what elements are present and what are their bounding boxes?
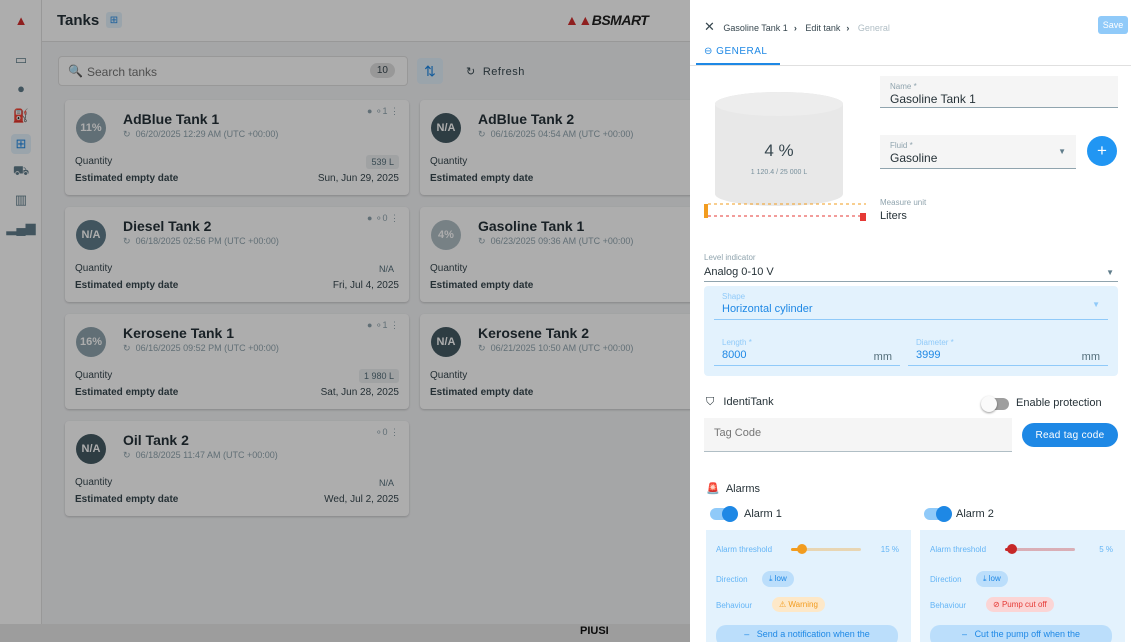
siren-icon: 🚨	[706, 483, 720, 495]
level-indicator-select[interactable]: Analog 0-10 V ▼	[704, 266, 1118, 282]
measure-unit-value: Liters	[880, 210, 907, 222]
alarm-level-lines	[704, 203, 866, 221]
alarm-threshold-label: Alarm threshold	[930, 545, 987, 554]
alarms-header: 🚨 Alarms	[706, 483, 761, 495]
length-input[interactable]: Length * 8000 mm	[714, 336, 900, 366]
save-button[interactable]: Save	[1098, 16, 1128, 34]
fluid-select[interactable]: Fluid * Gasoline ▼	[880, 135, 1076, 169]
alarm-1-config: Alarm threshold 15 % Direction ⤓ low Behavio…	[706, 530, 911, 642]
close-icon[interactable]: ✕	[704, 19, 715, 34]
tag-code-input[interactable]	[714, 427, 994, 439]
divider	[690, 65, 1131, 66]
dropdown-arrow-icon: ▼	[1058, 147, 1066, 156]
alarm-threshold-value: 5 %	[1099, 545, 1113, 554]
direction-chip[interactable]: ⤓ low	[976, 571, 1008, 587]
dash-icon: –	[962, 629, 968, 639]
modal-overlay[interactable]	[0, 0, 690, 642]
alarm-note: – Send a notification when the	[716, 625, 898, 642]
alarm-threshold-value: 15 %	[880, 545, 899, 554]
shield-icon: ⛉	[706, 396, 715, 408]
measure-unit-label: Measure unit	[880, 198, 927, 207]
arrow-down-icon: ⤓	[983, 574, 987, 583]
dropdown-arrow-icon: ▼	[1092, 300, 1100, 309]
diameter-input[interactable]: Diameter * 3999 mm	[908, 336, 1108, 366]
tab-general[interactable]: ⊖ GENERAL	[704, 46, 767, 57]
alarm-threshold-label: Alarm threshold	[716, 545, 773, 554]
tank-percent: 4 %	[764, 141, 793, 160]
direction-label: Direction	[930, 575, 962, 584]
shape-select[interactable]: Shape Horizontal cylinder ▼	[714, 290, 1108, 320]
direction-chip[interactable]: ⤓ low	[762, 571, 794, 587]
alarm-1-toggle[interactable]	[710, 506, 738, 522]
alarm-2-label: Alarm 2	[956, 508, 994, 520]
level-indicator-label: Level indicator	[704, 253, 756, 262]
alarm-2-config: Alarm threshold 5 % Direction ⤓ low Behaviou…	[920, 530, 1125, 642]
enable-protection-toggle[interactable]	[981, 396, 1009, 412]
breadcrumb-item[interactable]: Edit tank	[805, 23, 840, 33]
arrow-down-icon: ⤓	[769, 574, 773, 583]
dropdown-arrow-icon: ▼	[1106, 268, 1114, 277]
read-tag-code-button[interactable]: Read tag code	[1022, 423, 1118, 447]
dash-icon: –	[744, 629, 750, 639]
behaviour-label: Behaviour	[716, 601, 753, 610]
alarm-2-toggle[interactable]	[924, 506, 952, 522]
enable-protection-label: Enable protection	[1016, 397, 1102, 409]
alarm-1-label: Alarm 1	[744, 508, 782, 520]
edit-tank-panel: ✕ Gasoline Tank 1 › Edit tank › General Sa…	[690, 0, 1131, 642]
behaviour-chip[interactable]: ⚠ Warning	[772, 597, 825, 612]
behaviour-label: Behaviour	[930, 601, 967, 610]
slider-thumb[interactable]	[1007, 544, 1018, 554]
breadcrumb-item[interactable]: Gasoline Tank 1	[723, 23, 787, 33]
add-fluid-button[interactable]: +	[1087, 136, 1117, 166]
breadcrumb: ✕ Gasoline Tank 1 › Edit tank › General	[704, 19, 890, 34]
behaviour-chip[interactable]: ⊘ Pump cut off	[986, 597, 1054, 612]
tag-code-field[interactable]	[704, 418, 1012, 452]
direction-label: Direction	[716, 575, 748, 584]
tank-level-visual: 4 % 1 120.4 / 25 000 L	[715, 92, 843, 206]
alarm-note: – Cut the pump off when the	[930, 625, 1112, 642]
prohibit-icon: ⊘	[993, 600, 1000, 609]
name-field[interactable]: Name * Gasoline Tank 1	[880, 76, 1118, 108]
tank-icon: ⊖	[704, 46, 713, 57]
identitank-header: ⛉ IdentiTank	[706, 396, 774, 408]
tank-volume: 1 120.4 / 25 000 L	[751, 169, 808, 176]
warning-icon: ⚠	[779, 600, 787, 609]
breadcrumb-item: General	[857, 23, 890, 33]
slider-thumb[interactable]	[797, 544, 808, 554]
